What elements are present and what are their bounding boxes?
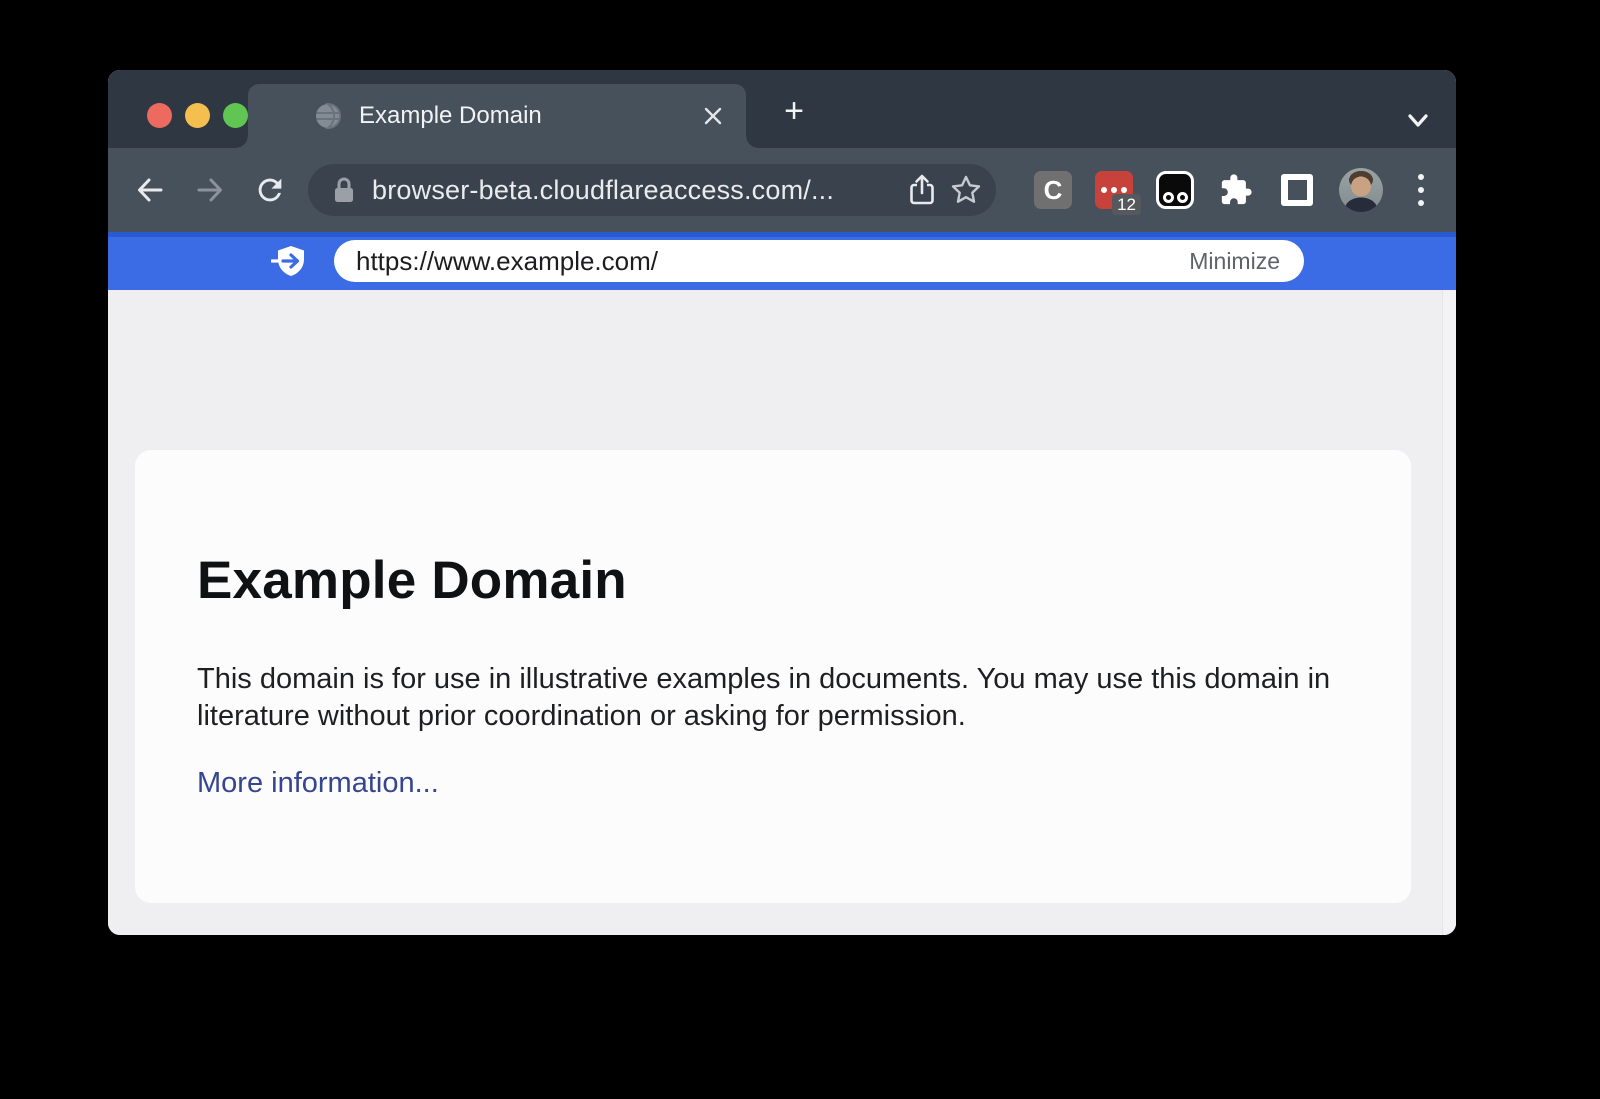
tab-title: Example Domain [359,102,696,130]
address-bar[interactable]: browser-beta.cloudflareaccess.com/... [308,164,996,216]
browser-window: Example Domain + [108,70,1456,935]
forward-icon[interactable] [188,168,232,212]
page-viewport: Example Domain This domain is for use in… [108,290,1456,935]
desktop-background: Example Domain + [0,0,1600,1099]
lock-icon[interactable] [332,176,356,204]
extensions-puzzle-icon[interactable] [1217,171,1255,209]
remote-url-bar[interactable]: https://www.example.com/ Minimize [334,240,1304,282]
extension-goggles-icon[interactable] [1156,171,1194,209]
browser-tab[interactable]: Example Domain [248,84,746,148]
reload-icon[interactable] [248,168,292,212]
address-url-text: browser-beta.cloudflareaccess.com/... [372,175,900,206]
browser-toolbar: browser-beta.cloudflareaccess.com/... C [108,148,1456,232]
window-close-button[interactable] [147,103,172,128]
extension-badge: 12 [1112,194,1141,215]
back-icon[interactable] [128,168,172,212]
shield-arrow-icon [271,241,311,281]
share-icon[interactable] [900,168,944,212]
new-tab-button[interactable]: + [772,89,816,133]
page-title: Example Domain [197,550,1347,611]
window-minimize-button[interactable] [185,103,210,128]
tab-strip: Example Domain + [108,70,1456,148]
minimize-button[interactable]: Minimize [1187,244,1282,279]
globe-icon [314,102,342,130]
side-panel-glyph [1281,174,1313,206]
profile-avatar[interactable] [1339,168,1383,212]
content-card: Example Domain This domain is for use in… [135,450,1411,903]
window-zoom-button[interactable] [223,103,248,128]
chevron-down-icon[interactable] [1400,106,1436,136]
extension-dots-glyph [1101,187,1127,193]
more-information-link[interactable]: More information... [197,767,439,800]
kebab-menu-icon[interactable] [1406,168,1436,212]
window-controls [147,103,248,128]
extension-dots-icon[interactable]: 12 [1095,171,1133,209]
page-body-text: This domain is for use in illustrative e… [197,661,1347,735]
extension-c-icon[interactable]: C [1034,171,1072,209]
toolbar-right-group: C 12 [1034,168,1436,212]
remote-url-text: https://www.example.com/ [356,246,1187,277]
vertical-scrollbar[interactable] [1442,290,1456,935]
isolation-toolbar: https://www.example.com/ Minimize [108,232,1456,290]
side-panel-icon[interactable] [1278,171,1316,209]
tab-close-icon[interactable] [696,99,730,133]
bookmark-star-icon[interactable] [944,168,988,212]
